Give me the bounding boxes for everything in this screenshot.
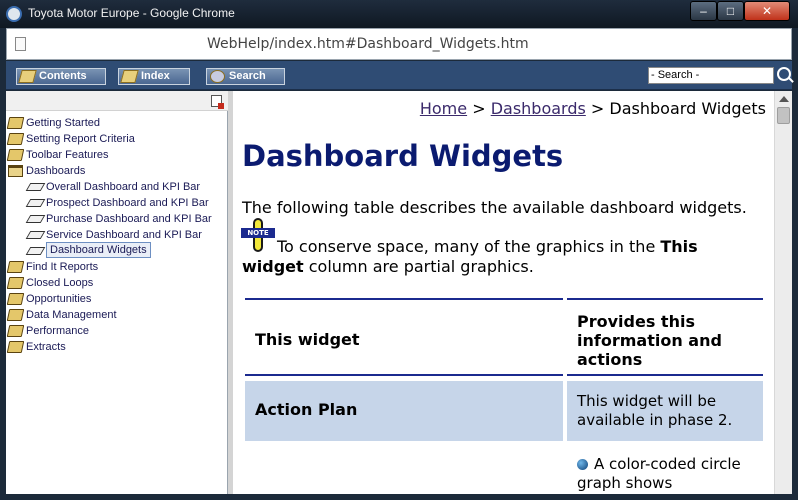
sync-toc-icon[interactable]: [211, 95, 224, 109]
scroll-thumb[interactable]: [777, 107, 790, 124]
book-open-icon: [8, 165, 23, 177]
search-icon[interactable]: [777, 67, 791, 81]
index-button[interactable]: Index: [118, 68, 190, 85]
page-icon: [15, 37, 26, 51]
toc-item-label: Getting Started: [26, 117, 100, 129]
toc-item-label: Setting Report Criteria: [26, 133, 135, 145]
book-icon: [18, 70, 37, 83]
toc-item-label: Performance: [26, 325, 89, 337]
toc-item-label: Opportunities: [26, 293, 92, 305]
index-label: Index: [141, 70, 170, 82]
chrome-app-icon: [6, 6, 22, 22]
page-icon: [25, 199, 46, 207]
close-button[interactable]: ✕: [744, 1, 790, 21]
toc-item-label: Prospect Dashboard and KPI Bar: [46, 197, 209, 209]
intro-text: The following table describes the availa…: [242, 198, 747, 217]
scroll-up-arrow-icon[interactable]: [779, 96, 789, 102]
toc-item-label: Dashboards: [26, 165, 86, 177]
page-icon: [25, 215, 46, 223]
book-icon: [6, 117, 25, 129]
maximize-button[interactable]: □: [717, 1, 744, 21]
toc-item-label: Data Management: [26, 309, 117, 321]
url-text[interactable]: WebHelp/index.htm#Dashboard_Widgets.htm: [207, 36, 529, 52]
book-icon: [6, 325, 25, 337]
toc-pane: Getting Started Setting Report Criteria …: [6, 91, 228, 494]
address-bar[interactable]: WebHelp/index.htm#Dashboard_Widgets.htm: [6, 28, 792, 60]
book-icon: [6, 133, 25, 145]
table-cell-widget: [245, 445, 563, 494]
breadcrumb-home-link[interactable]: Home: [420, 99, 467, 118]
search-label: Search: [229, 70, 266, 82]
search-tab-button[interactable]: Search: [206, 68, 285, 85]
book-icon: [6, 309, 25, 321]
window-title: Toyota Motor Europe - Google Chrome: [28, 6, 235, 20]
bullet-text: A color-coded circle graph shows: [577, 455, 741, 492]
column-header-description: Provides this information and actions: [567, 298, 763, 376]
toc-header: [6, 91, 228, 111]
bullet-icon: [577, 459, 588, 470]
contents-label: Contents: [39, 70, 87, 82]
toc-item-label: Closed Loops: [26, 277, 94, 289]
note-text-start: To conserve space, many of the graphics …: [277, 237, 661, 256]
note-text: To conserve space, many of the graphics …: [242, 237, 762, 277]
book-icon: [6, 341, 25, 353]
toc-item-label: Service Dashboard and KPI Bar: [46, 229, 202, 241]
minimize-button[interactable]: –: [690, 1, 717, 21]
toc-item-label: Toolbar Features: [26, 149, 109, 161]
search-input[interactable]: - Search -: [648, 67, 774, 84]
content-scrollbar[interactable]: [774, 91, 792, 494]
table-cell-description: This widget will be available in phase 2…: [567, 381, 763, 441]
breadcrumb-dashboards-link[interactable]: Dashboards: [491, 99, 586, 118]
toc-item-label: Dashboard Widgets: [46, 242, 151, 258]
column-header-widget: This widget: [245, 298, 563, 376]
table-cell-description: A color-coded circle graph shows: [567, 445, 763, 494]
toc-item-label: Purchase Dashboard and KPI Bar: [46, 213, 212, 225]
book-icon: [6, 277, 25, 289]
book-icon: [6, 149, 25, 161]
toc-item-label: Overall Dashboard and KPI Bar: [46, 181, 201, 193]
page-icon: [25, 183, 46, 191]
note-text-end: column are partial graphics.: [303, 257, 534, 276]
help-toolbar: Contents Index Search - Search -: [6, 61, 792, 90]
topic-content: Home > Dashboards > Dashboard Widgets Da…: [233, 91, 774, 494]
breadcrumb: Home > Dashboards > Dashboard Widgets: [420, 99, 766, 118]
index-icon: [120, 70, 139, 83]
window-title-bar: Toyota Motor Europe - Google Chrome – □ …: [0, 0, 798, 28]
search-tab-icon: [210, 70, 225, 83]
contents-button[interactable]: Contents: [16, 68, 106, 85]
page-title: Dashboard Widgets: [242, 139, 564, 173]
toc-item-label: Extracts: [26, 341, 66, 353]
breadcrumb-separator: >: [472, 99, 486, 118]
page-icon: [25, 247, 46, 255]
table-cell-widget: Action Plan: [245, 381, 563, 441]
breadcrumb-current: Dashboard Widgets: [609, 99, 766, 118]
book-icon: [6, 293, 25, 305]
book-icon: [6, 261, 25, 273]
toc-item-label: Find It Reports: [26, 261, 99, 273]
breadcrumb-separator: >: [590, 99, 605, 118]
page-icon: [25, 231, 46, 239]
